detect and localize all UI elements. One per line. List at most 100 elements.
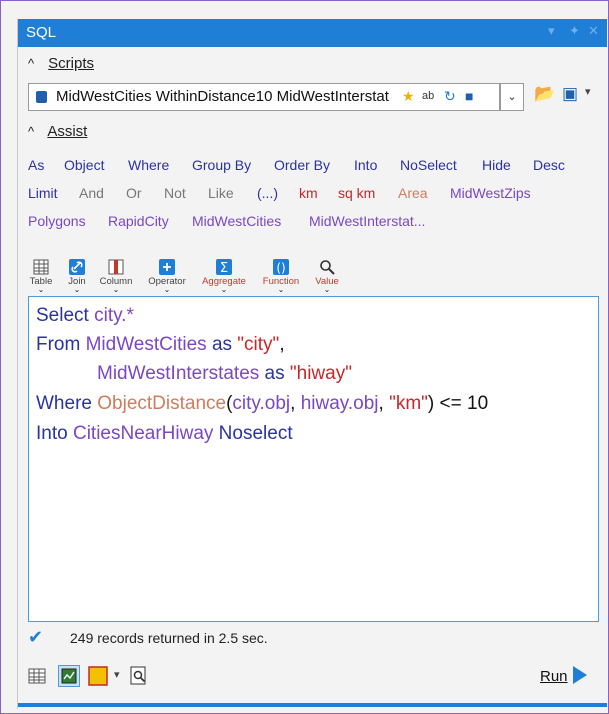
kw-into[interactable]: Into [354, 157, 377, 173]
comma-token: , [290, 393, 301, 414]
svg-text:Σ: Σ [220, 261, 228, 275]
chevron-down-icon: ⌄ [112, 285, 120, 294]
kw-where[interactable]: Where [128, 157, 169, 173]
comma-token: , [378, 393, 390, 414]
script-selected: MidWestCities WithinDistance10 MidWestIn… [56, 88, 389, 105]
new-script-dropdown-icon[interactable]: ▾ [585, 85, 591, 98]
editor-line-3: MidWestInterstates as "hiway" [97, 363, 352, 385]
editor-line-4: Where ObjectDistance(city.obj, hiway.obj… [36, 393, 488, 415]
kw-hide[interactable]: Hide [482, 157, 511, 173]
star-icon[interactable]: ★ [402, 88, 415, 105]
table-token: MidWestInterstates [97, 363, 260, 384]
kw-midwestcities[interactable]: MidWestCities [192, 213, 281, 229]
editor-line-5: Into CitiesNearHiway Noselect [36, 423, 293, 445]
kw-group-by[interactable]: Group By [192, 157, 251, 173]
chevron-down-icon: ⌄ [323, 285, 331, 294]
export-icon[interactable] [130, 666, 148, 686]
kw-polygons[interactable]: Polygons [28, 213, 86, 229]
kw-desc[interactable]: Desc [533, 157, 565, 173]
kw-as-token: as [259, 363, 285, 384]
chevron-down-icon: ⌄ [37, 285, 45, 294]
scripts-combobox[interactable]: MidWestCities WithinDistance10 MidWestIn… [28, 83, 500, 111]
link-icon [69, 259, 85, 275]
chart-view-icon[interactable] [58, 665, 80, 687]
script-db-icon [36, 91, 47, 103]
outer-frame: SQL ▾ ✦ ✕ ^ Scripts MidWestCities Within… [0, 0, 609, 714]
tool-function[interactable]: () Function ⌄ [256, 259, 306, 294]
kw-like[interactable]: Like [208, 185, 234, 201]
kw-as-token: as [206, 334, 233, 355]
collapse-caret-icon: ^ [28, 124, 35, 139]
kw-as[interactable]: As [28, 157, 44, 173]
chevron-down-icon: ⌄ [73, 285, 81, 294]
kw-object[interactable]: Object [64, 157, 104, 173]
save-icon[interactable]: ■ [465, 88, 473, 104]
tool-column[interactable]: Column ⌄ [96, 259, 136, 294]
tool-join[interactable]: Join ⌄ [62, 259, 92, 294]
kw-limit[interactable]: Limit [28, 185, 58, 201]
kw-midwestinterstates[interactable]: MidWestInterstat... [309, 213, 425, 229]
editor-line-2: From MidWestCities as "city", [36, 334, 285, 356]
map-view-dropdown-icon[interactable]: ▾ [114, 668, 120, 681]
rename-icon[interactable]: ab [422, 90, 434, 102]
tool-table[interactable]: Table ⌄ [26, 259, 56, 294]
title-bar: SQL ▾ ✦ ✕ [18, 19, 607, 47]
run-label[interactable]: Run [540, 668, 568, 685]
dropdown-icon[interactable]: ▾ [548, 23, 555, 39]
kw-select-token: Select [36, 305, 89, 326]
bottom-toolbar: ▾ Run [28, 665, 598, 689]
kw-noselect[interactable]: NoSelect [400, 157, 457, 173]
tool-value[interactable]: Value ⌄ [310, 259, 344, 294]
scripts-section-header[interactable]: ^ Scripts [28, 55, 94, 72]
kw-sq-km[interactable]: sq km [338, 185, 375, 201]
table-token: MidWestCities [80, 334, 207, 355]
map-view-icon[interactable] [88, 666, 108, 686]
tool-operator[interactable]: Operator ⌄ [142, 259, 192, 294]
kw-area[interactable]: Area [398, 185, 428, 201]
kw-and[interactable]: And [79, 185, 104, 201]
kw-rapidcity[interactable]: RapidCity [108, 213, 169, 229]
scripts-dropdown-button[interactable]: ⌄ [500, 83, 524, 111]
tool-aggregate[interactable]: Σ Aggregate ⌄ [196, 259, 252, 294]
function-icon: () [273, 259, 289, 275]
sql-editor[interactable]: Select city.* From MidWestCities as "cit… [28, 296, 599, 622]
assist-label: Assist [47, 123, 88, 140]
kw-order-by[interactable]: Order By [274, 157, 330, 173]
new-script-icon[interactable]: ▣ [562, 84, 578, 104]
kw-where-token: Where [36, 393, 92, 414]
pin-icon[interactable]: ✦ [569, 23, 580, 39]
table-token: CitiesNearHiway [67, 423, 214, 444]
arg-token: city.obj [232, 393, 291, 414]
close-icon[interactable]: ✕ [588, 23, 599, 39]
play-icon[interactable] [573, 666, 587, 684]
kw-parens[interactable]: (...) [257, 185, 278, 201]
open-folder-icon[interactable]: 📂 [534, 84, 555, 104]
arg-token: hiway.obj [300, 393, 379, 414]
select-columns-token: city.* [88, 305, 134, 326]
table-icon [33, 259, 49, 275]
kw-km[interactable]: km [299, 185, 318, 201]
kw-or[interactable]: Or [126, 185, 142, 201]
chevron-down-icon: ⌄ [163, 285, 171, 294]
kw-into-token: Into [36, 423, 68, 444]
string-token: "km" [389, 393, 428, 414]
alias-token: "city" [232, 334, 280, 355]
bottom-accent-line [18, 703, 607, 707]
chevron-down-icon: ⌄ [277, 285, 285, 294]
assist-section-header[interactable]: ^ Assist [28, 123, 87, 140]
refresh-icon[interactable]: ↻ [444, 88, 456, 105]
kw-midwestzips[interactable]: MidWestZips [450, 185, 531, 201]
kw-noselect-token: Noselect [213, 423, 293, 444]
table-view-icon[interactable] [28, 667, 46, 685]
editor-line-1: Select city.* [36, 305, 134, 327]
sql-panel: SQL ▾ ✦ ✕ ^ Scripts MidWestCities Within… [17, 19, 607, 709]
window-title: SQL [26, 24, 57, 41]
search-icon [320, 260, 335, 275]
chevron-down-icon: ⌄ [220, 285, 228, 294]
comma-token: , [279, 334, 285, 355]
sigma-icon: Σ [216, 259, 232, 275]
kw-not[interactable]: Not [164, 185, 186, 201]
alias-token: "hiway" [284, 363, 352, 384]
operator-icon [159, 259, 175, 275]
function-token: ObjectDistance [91, 393, 227, 414]
